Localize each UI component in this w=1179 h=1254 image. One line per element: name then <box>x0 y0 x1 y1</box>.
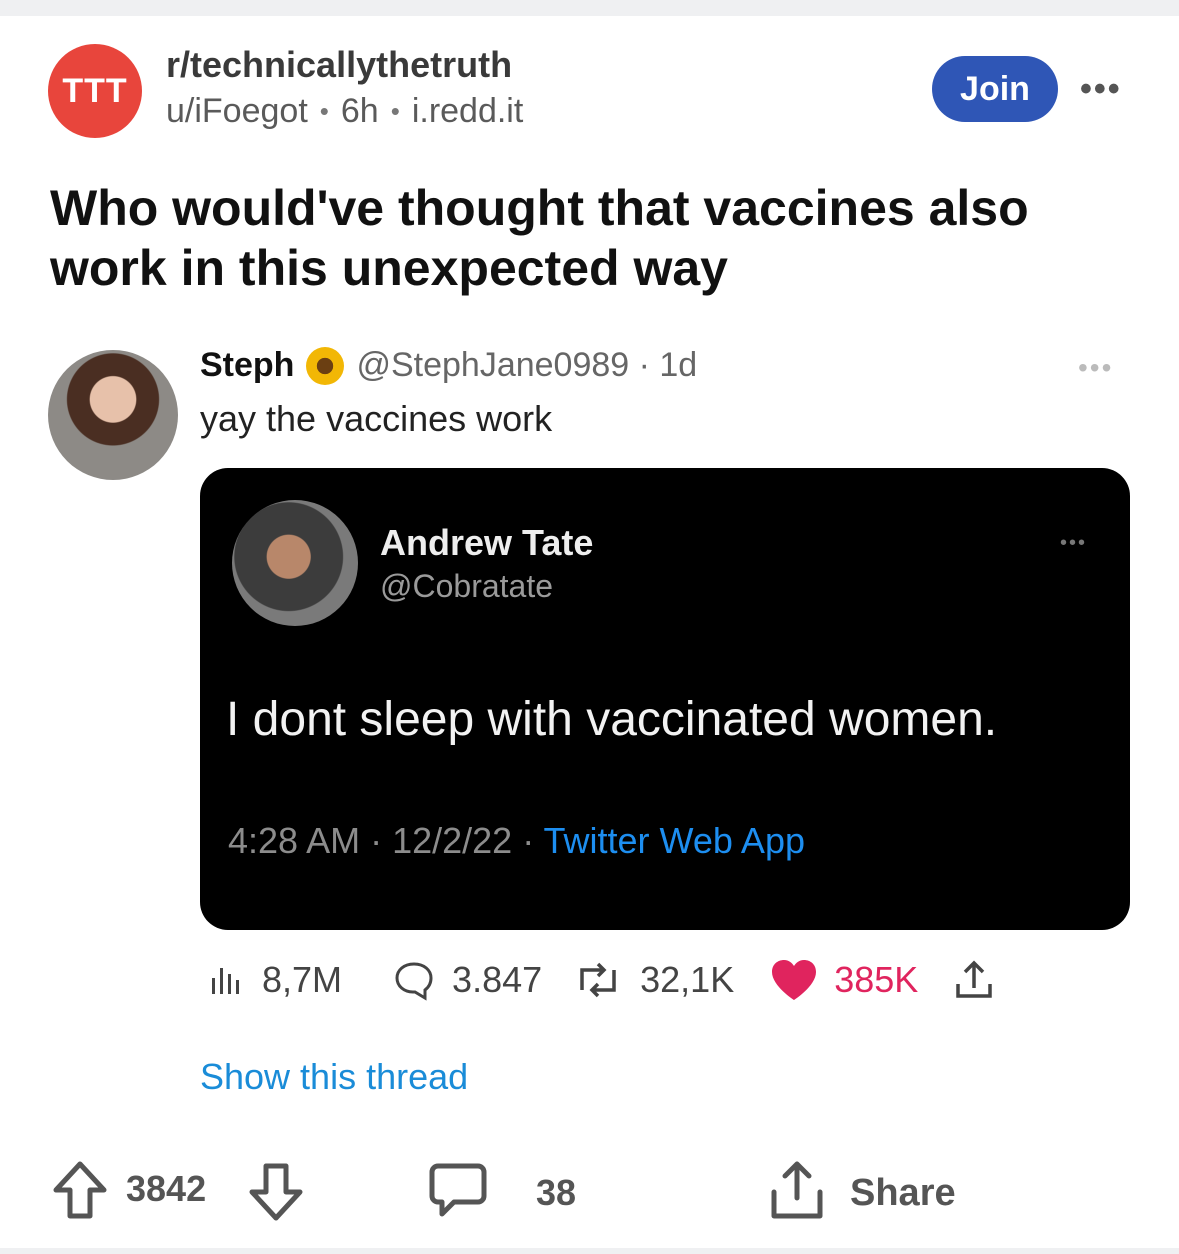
tweet-more-icon: ••• <box>1078 352 1114 383</box>
downvote-icon[interactable] <box>246 1158 306 1224</box>
tweet-author-avatar <box>48 350 178 480</box>
views-count: 8,7M <box>262 959 343 1000</box>
more-options-icon[interactable]: ••• <box>1080 70 1122 109</box>
separator-dot: • <box>390 96 400 126</box>
replies-count: 3.847 <box>452 959 543 1000</box>
post-title[interactable]: Who would've thought that vaccines also … <box>50 178 1130 298</box>
quoted-tweet-meta: 4:28 AM · 12/2/22 · Twitter Web App <box>228 820 805 862</box>
likes-count: 385K <box>834 959 919 1000</box>
show-thread-link: Show this thread <box>200 1056 469 1097</box>
views-icon <box>212 968 239 994</box>
upvote-icon[interactable] <box>50 1158 110 1224</box>
quoted-timestamp: 4:28 AM · 12/2/22 · <box>228 820 544 861</box>
quoted-more-icon: ••• <box>1060 532 1088 554</box>
retweets-stat: 32,1K <box>572 959 734 1001</box>
quoted-app: Twitter Web App <box>543 820 805 861</box>
tweet-header: Steph @StephJane0989 · 1d <box>200 346 697 385</box>
top-separator <box>0 0 1179 16</box>
quoted-tweet-text: I dont sleep with vaccinated women. <box>226 693 998 746</box>
author-link[interactable]: u/iFoegot <box>166 92 308 131</box>
post-age: 6h <box>340 92 379 130</box>
views-stat: 8,7M <box>206 959 342 1001</box>
subreddit-avatar[interactable]: TTT <box>48 44 142 138</box>
quoted-author-avatar <box>232 500 358 626</box>
join-button[interactable]: Join <box>932 56 1058 122</box>
quoted-author-handle: @Cobratate <box>380 568 554 604</box>
reply-icon <box>395 962 433 1001</box>
retweets-count: 32,1K <box>640 959 735 1000</box>
sunflower-icon <box>306 346 345 385</box>
tweet-text: yay the vaccines work <box>200 398 553 439</box>
vote-score: 3842 <box>126 1168 207 1209</box>
quoted-author-name: Andrew Tate <box>380 522 594 563</box>
comment-icon[interactable] <box>428 1160 488 1220</box>
tweet-author-handle: @StephJane0989 · 1d <box>356 346 698 384</box>
tweet-author-name: Steph <box>200 346 295 384</box>
tweet-share <box>954 958 994 1002</box>
post-meta: u/iFoegot • 6h • i.redd.it <box>166 92 523 131</box>
quoted-tweet: Andrew Tate @Cobratate ••• I dont sleep … <box>200 468 1130 930</box>
post-domain[interactable]: i.redd.it <box>412 92 524 131</box>
likes-stat: 385K <box>770 958 918 1002</box>
retweet-icon <box>580 962 616 998</box>
share-button[interactable]: Share <box>850 1172 956 1215</box>
comment-count[interactable]: 38 <box>536 1172 576 1214</box>
heart-icon <box>772 960 817 1000</box>
tweet-share-icon <box>956 960 993 998</box>
share-icon[interactable] <box>768 1158 826 1222</box>
tweet-stats: 8,7M 3.847 32,1K 385K <box>200 952 1120 1008</box>
post-actions-bar: 3842 38 Share <box>50 1158 1150 1226</box>
bottom-separator <box>0 1248 1179 1254</box>
subreddit-name[interactable]: r/technicallythetruth <box>166 44 512 86</box>
separator-dot: • <box>319 96 329 126</box>
replies-stat: 3.847 <box>392 958 542 1002</box>
